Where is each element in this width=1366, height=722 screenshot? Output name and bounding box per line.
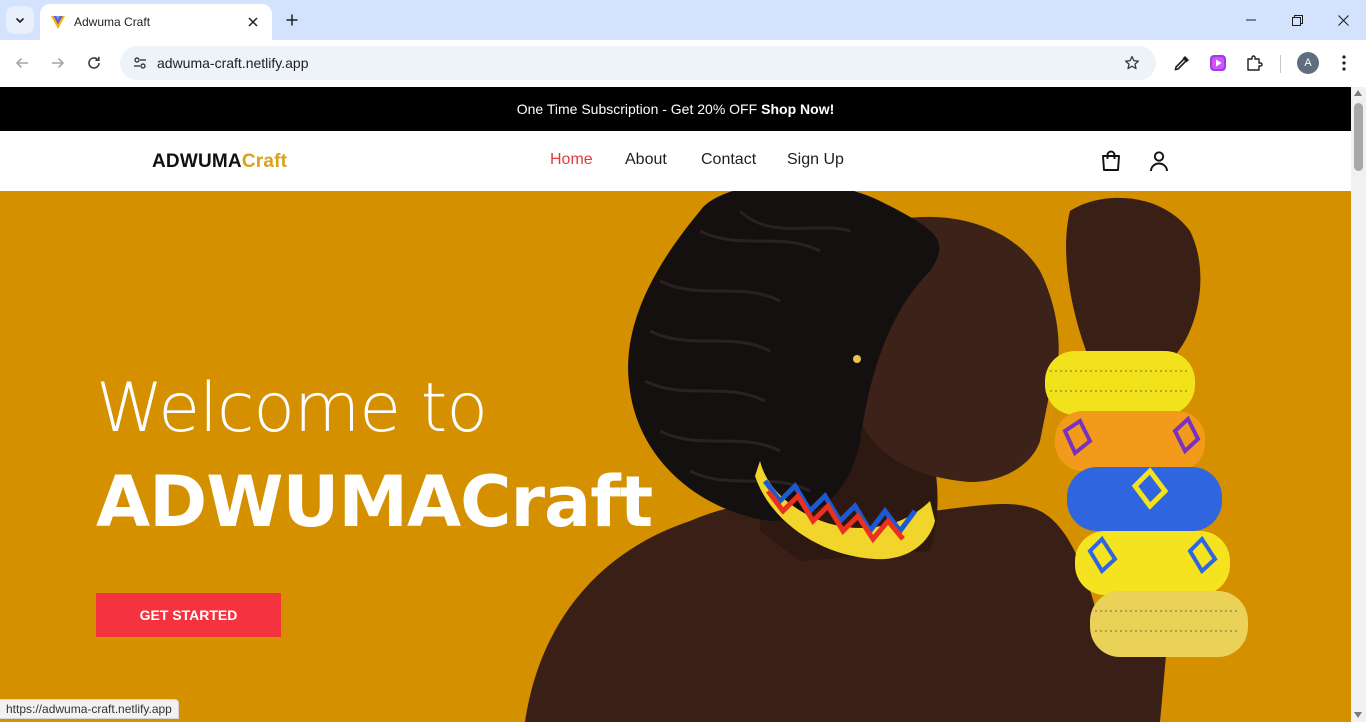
kebab-icon — [1342, 55, 1346, 71]
reload-icon — [88, 56, 100, 69]
browser-toolbar: adwuma-craft.netlify.app A — [0, 40, 1366, 87]
hero-welcome-text: Welcome to — [96, 369, 488, 448]
browser-menu-button[interactable] — [1333, 52, 1355, 74]
hero-section: Welcome to ADWUMACraft GET STARTED — [0, 191, 1351, 722]
nav-contact[interactable]: Contact — [701, 151, 756, 169]
toolbar-separator — [1280, 55, 1281, 73]
back-icon — [15, 57, 28, 69]
chevron-down-icon — [15, 17, 25, 24]
nav-home[interactable]: Home — [550, 151, 593, 169]
scroll-down-arrow-icon[interactable] — [1354, 712, 1362, 718]
link-status-bubble: https://adwuma-craft.netlify.app — [0, 699, 179, 719]
logo-main: ADWUMA — [152, 151, 242, 172]
user-icon[interactable] — [1147, 149, 1171, 173]
eyedropper-extension[interactable] — [1171, 52, 1193, 74]
eyedropper-icon — [1174, 56, 1189, 71]
profile-avatar[interactable]: A — [1297, 52, 1319, 74]
back-button[interactable] — [9, 50, 35, 76]
restore-button[interactable] — [1274, 0, 1320, 40]
reload-button[interactable] — [81, 50, 107, 76]
site-header: ADWUMACraft Home About Contact Sign Up — [0, 131, 1351, 191]
forward-button[interactable] — [45, 50, 71, 76]
logo-accent: Craft — [241, 151, 288, 172]
puzzle-icon — [1247, 55, 1263, 71]
forward-icon — [52, 57, 65, 69]
minimize-icon — [1246, 19, 1256, 21]
promo-text: One Time Subscription - Get 20% OFF — [516, 101, 758, 117]
close-tab-icon[interactable] — [244, 13, 262, 31]
shop-now-link[interactable]: Shop Now! — [761, 101, 834, 117]
url-text[interactable]: adwuma-craft.netlify.app — [157, 55, 308, 71]
address-bar[interactable]: adwuma-craft.netlify.app — [120, 46, 1156, 80]
hero-brand-title: ADWUMACraft — [96, 461, 653, 543]
favicon-icon — [51, 16, 65, 29]
site-logo[interactable]: ADWUMACraft — [152, 151, 287, 173]
extensions-button[interactable] — [1243, 52, 1265, 74]
scroll-up-arrow-icon[interactable] — [1354, 90, 1362, 96]
tab-title: Adwuma Craft — [74, 15, 151, 29]
close-window-button[interactable] — [1320, 0, 1366, 40]
restore-icon — [1291, 14, 1303, 26]
scrollbar-thumb[interactable] — [1354, 103, 1363, 171]
video-extension[interactable] — [1207, 52, 1229, 74]
page-viewport: One Time Subscription - Get 20% OFF Shop… — [0, 87, 1351, 722]
tab-list-button[interactable] — [6, 6, 34, 34]
close-icon — [1337, 14, 1349, 26]
nav-about[interactable]: About — [625, 151, 667, 169]
bookmark-star-icon[interactable] — [1122, 53, 1142, 73]
promo-bar: One Time Subscription - Get 20% OFF Shop… — [0, 87, 1351, 131]
nav-sign-up[interactable]: Sign Up — [787, 151, 844, 169]
site-settings-icon[interactable] — [128, 51, 152, 75]
extension-video-icon — [1210, 55, 1226, 71]
hero-model-image — [525, 191, 1248, 722]
tab-strip: Adwuma Craft — [0, 0, 1366, 40]
minimize-button[interactable] — [1228, 0, 1274, 40]
cart-icon[interactable] — [1099, 149, 1123, 173]
page-scrollbar[interactable] — [1351, 87, 1366, 722]
get-started-button[interactable]: GET STARTED — [96, 593, 281, 637]
active-tab[interactable]: Adwuma Craft — [40, 4, 272, 40]
plus-icon — [286, 14, 298, 26]
new-tab-button[interactable] — [280, 8, 304, 32]
